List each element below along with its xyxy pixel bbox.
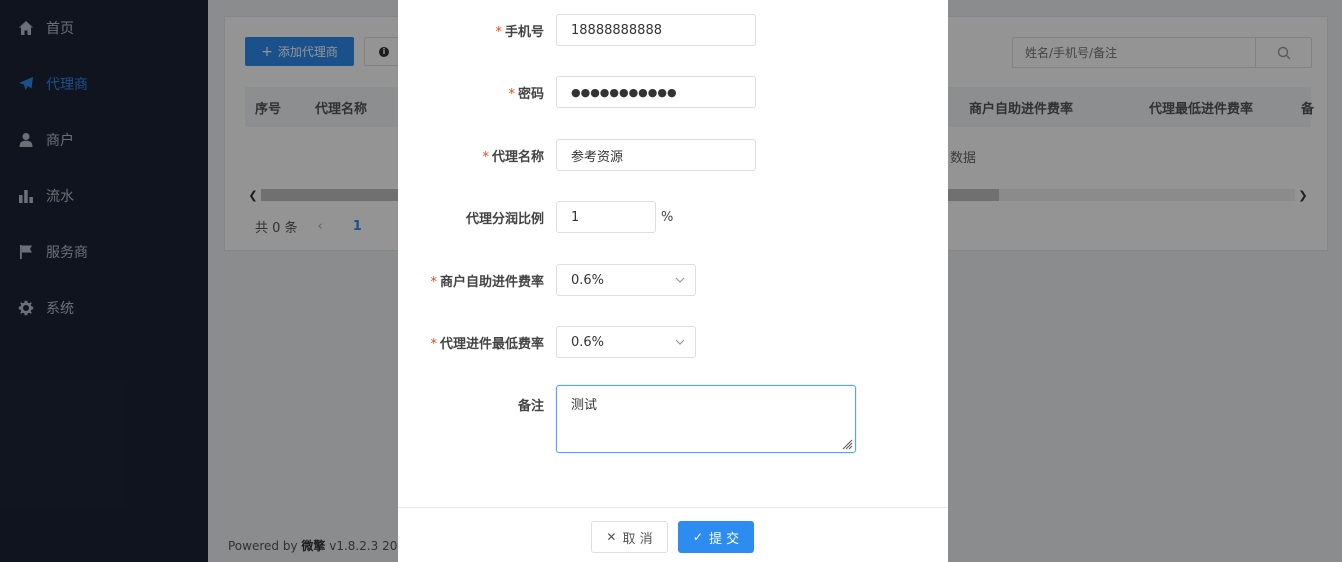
required-mark: * xyxy=(495,24,502,40)
field-label: 代理分润比例 xyxy=(465,211,544,227)
form-row-agent-name: * 代理名称 参考资源 xyxy=(398,139,948,171)
cancel-button[interactable]: ✕ 取 消 xyxy=(591,521,668,553)
field-label: 商户自助进件费率 xyxy=(439,274,544,290)
chevron-down-icon xyxy=(675,277,685,283)
field-label: 代理名称 xyxy=(491,149,544,165)
required-mark: * xyxy=(430,274,437,290)
agent-min-rate-select[interactable]: 0.6% xyxy=(556,326,696,358)
remark-textarea[interactable]: 测试 xyxy=(556,385,856,453)
form-row-profit-ratio: 代理分润比例 1 % xyxy=(398,201,948,233)
agent-name-input[interactable]: 参考资源 xyxy=(556,139,756,171)
password-input[interactable]: ●●●●●●●●●●● xyxy=(556,76,756,108)
modal-footer: ✕ 取 消 ✓ 提 交 xyxy=(398,507,948,562)
field-label: 代理进件最低费率 xyxy=(439,336,544,352)
form-row-remark: 备注 测试 xyxy=(398,385,948,453)
merchant-rate-select[interactable]: 0.6% xyxy=(556,264,696,296)
required-mark: * xyxy=(482,149,489,165)
profit-ratio-input[interactable]: 1 xyxy=(556,201,656,233)
check-icon: ✓ xyxy=(692,530,703,544)
field-label: 手机号 xyxy=(504,24,544,40)
phone-input[interactable]: 18888888888 xyxy=(556,14,756,46)
field-label: 备注 xyxy=(517,399,544,414)
edit-agent-modal: * 手机号 18888888888 * 密码 ●●●●●●●●●●● * 代理名称 参… xyxy=(398,0,948,562)
required-mark: * xyxy=(508,86,515,102)
field-label: 密码 xyxy=(517,86,544,102)
form-row-phone: * 手机号 18888888888 xyxy=(398,14,948,46)
close-icon: ✕ xyxy=(606,530,617,544)
chevron-down-icon xyxy=(675,339,685,345)
percent-suffix: % xyxy=(661,209,674,225)
submit-button[interactable]: ✓ 提 交 xyxy=(678,521,754,553)
required-mark: * xyxy=(430,336,437,352)
resize-grip-icon[interactable] xyxy=(841,438,853,450)
form-row-merchant-rate: * 商户自助进件费率 0.6% xyxy=(398,264,948,296)
form-row-agent-min-rate: * 代理进件最低费率 0.6% xyxy=(398,326,948,358)
form-row-password: * 密码 ●●●●●●●●●●● xyxy=(398,76,948,108)
